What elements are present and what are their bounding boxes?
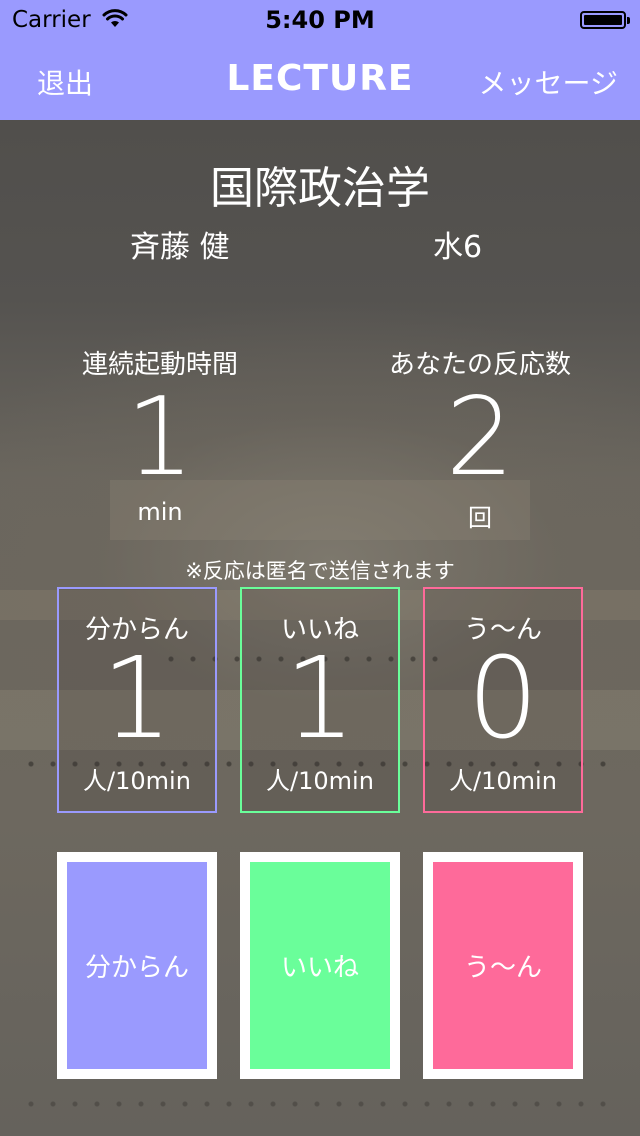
counter-card-wakaran: 分からん 1 人/10min: [57, 587, 217, 813]
class-period: 水6: [433, 230, 483, 265]
wakaran-button[interactable]: 分からん: [57, 852, 217, 1079]
reaction-count-value: 2: [445, 375, 515, 500]
counter-unit: 人/10min: [449, 767, 557, 795]
uptime-value: 1: [125, 375, 195, 500]
status-bar: Carrier 5:40 PM: [0, 0, 640, 40]
uun-button-label: う〜ん: [433, 862, 573, 1069]
iine-button[interactable]: いいね: [240, 852, 400, 1079]
reaction-count-unit: 回: [468, 504, 492, 532]
counter-card-iine: いいね 1 人/10min: [240, 587, 400, 813]
counter-value: 0: [467, 634, 539, 764]
counter-unit: 人/10min: [83, 767, 191, 795]
counter-unit: 人/10min: [266, 767, 374, 795]
anonymity-note: ※反応は匿名で送信されます: [185, 559, 455, 583]
counter-value: 1: [284, 634, 356, 764]
background-shape: [20, 1100, 620, 1108]
battery-icon: [580, 11, 630, 29]
uptime-unit: min: [137, 498, 183, 526]
counter-card-uun: う〜ん 0 人/10min: [423, 587, 583, 813]
counter-value: 1: [101, 634, 173, 764]
uun-button[interactable]: う〜ん: [423, 852, 583, 1079]
messages-button[interactable]: メッセージ: [479, 62, 618, 102]
teacher-name: 斉藤 健: [130, 230, 230, 265]
course-title: 国際政治学: [210, 163, 430, 214]
iine-button-label: いいね: [250, 862, 390, 1069]
clock: 5:40 PM: [265, 6, 375, 34]
navigation-bar: 退出 LECTURE メッセージ: [0, 40, 640, 120]
wakaran-button-label: 分からん: [67, 862, 207, 1069]
